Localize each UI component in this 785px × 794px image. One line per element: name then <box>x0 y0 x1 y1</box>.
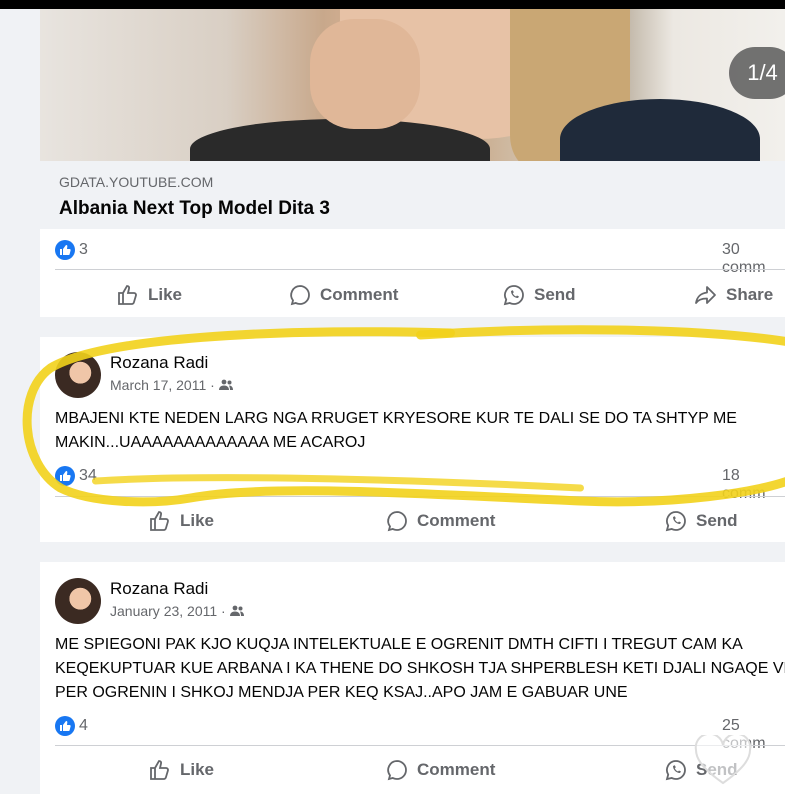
like-count: 4 <box>79 717 88 734</box>
like-reaction-icon <box>55 716 75 736</box>
like-icon <box>118 285 137 305</box>
post-text: ME SPIEGONI PAK KJO KUQJA INTELEKTUALE E… <box>55 636 785 701</box>
comment-label: Comment <box>320 285 399 304</box>
comment-button[interactable]: Comment <box>385 509 495 533</box>
share-icon <box>695 286 716 304</box>
whatsapp-icon <box>503 285 524 306</box>
comment-label: Comment <box>417 511 496 530</box>
friends-icon <box>229 605 244 616</box>
reaction-count[interactable]: 3 <box>55 240 88 260</box>
divider <box>55 269 785 270</box>
friends-icon <box>218 379 233 390</box>
avatar[interactable] <box>55 578 101 624</box>
post-author[interactable]: Rozana Radi <box>110 353 208 373</box>
top-bar <box>0 0 785 9</box>
share-button[interactable]: Share <box>694 283 773 307</box>
send-button[interactable]: Send <box>502 283 576 307</box>
like-button[interactable]: Like <box>148 758 214 782</box>
send-label: Send <box>534 285 576 304</box>
reaction-count[interactable]: 34 <box>55 466 97 486</box>
like-label: Like <box>180 760 215 779</box>
like-icon <box>150 511 169 531</box>
divider <box>55 745 785 746</box>
post-text: MBAJENI KTE NEDEN LARG NGA RRUGET KRYESO… <box>55 410 737 451</box>
comment-icon <box>387 760 407 781</box>
send-label: Send <box>696 511 738 530</box>
comment-icon <box>290 285 310 306</box>
link-title[interactable]: Albania Next Top Model Dita 3 <box>59 198 330 220</box>
comment-button[interactable]: Comment <box>385 758 495 782</box>
comment-count[interactable]: 30 comm <box>722 241 785 277</box>
divider <box>55 496 785 497</box>
send-button[interactable]: Send <box>664 509 738 533</box>
comment-icon <box>387 511 407 532</box>
post-date[interactable]: January 23, 2011 · <box>110 603 244 619</box>
comment-count[interactable]: 18 comm <box>722 467 785 503</box>
like-count: 34 <box>79 467 97 484</box>
whatsapp-icon <box>665 511 686 532</box>
whatsapp-icon <box>665 760 686 781</box>
share-label: Share <box>726 285 774 304</box>
avatar[interactable] <box>55 352 101 398</box>
like-label: Like <box>148 285 183 304</box>
post-date[interactable]: March 17, 2011 · <box>110 377 233 393</box>
like-button[interactable]: Like <box>116 283 182 307</box>
like-reaction-icon <box>55 240 75 260</box>
comment-label: Comment <box>417 760 496 779</box>
carousel-counter: 1/4 <box>729 47 785 99</box>
link-preview[interactable]: GDATA.YOUTUBE.COM Albania Next Top Model… <box>40 161 785 229</box>
like-count: 3 <box>79 241 88 258</box>
reaction-count[interactable]: 4 <box>55 716 88 736</box>
heart-watermark-icon <box>694 735 752 785</box>
like-button[interactable]: Like <box>148 509 214 533</box>
video-thumbnail[interactable]: 1/4 <box>40 9 785 161</box>
like-reaction-icon <box>55 466 75 486</box>
like-icon <box>150 760 169 780</box>
like-label: Like <box>180 511 215 530</box>
post-author[interactable]: Rozana Radi <box>110 579 208 599</box>
comment-button[interactable]: Comment <box>288 283 398 307</box>
link-domain: GDATA.YOUTUBE.COM <box>59 174 214 190</box>
